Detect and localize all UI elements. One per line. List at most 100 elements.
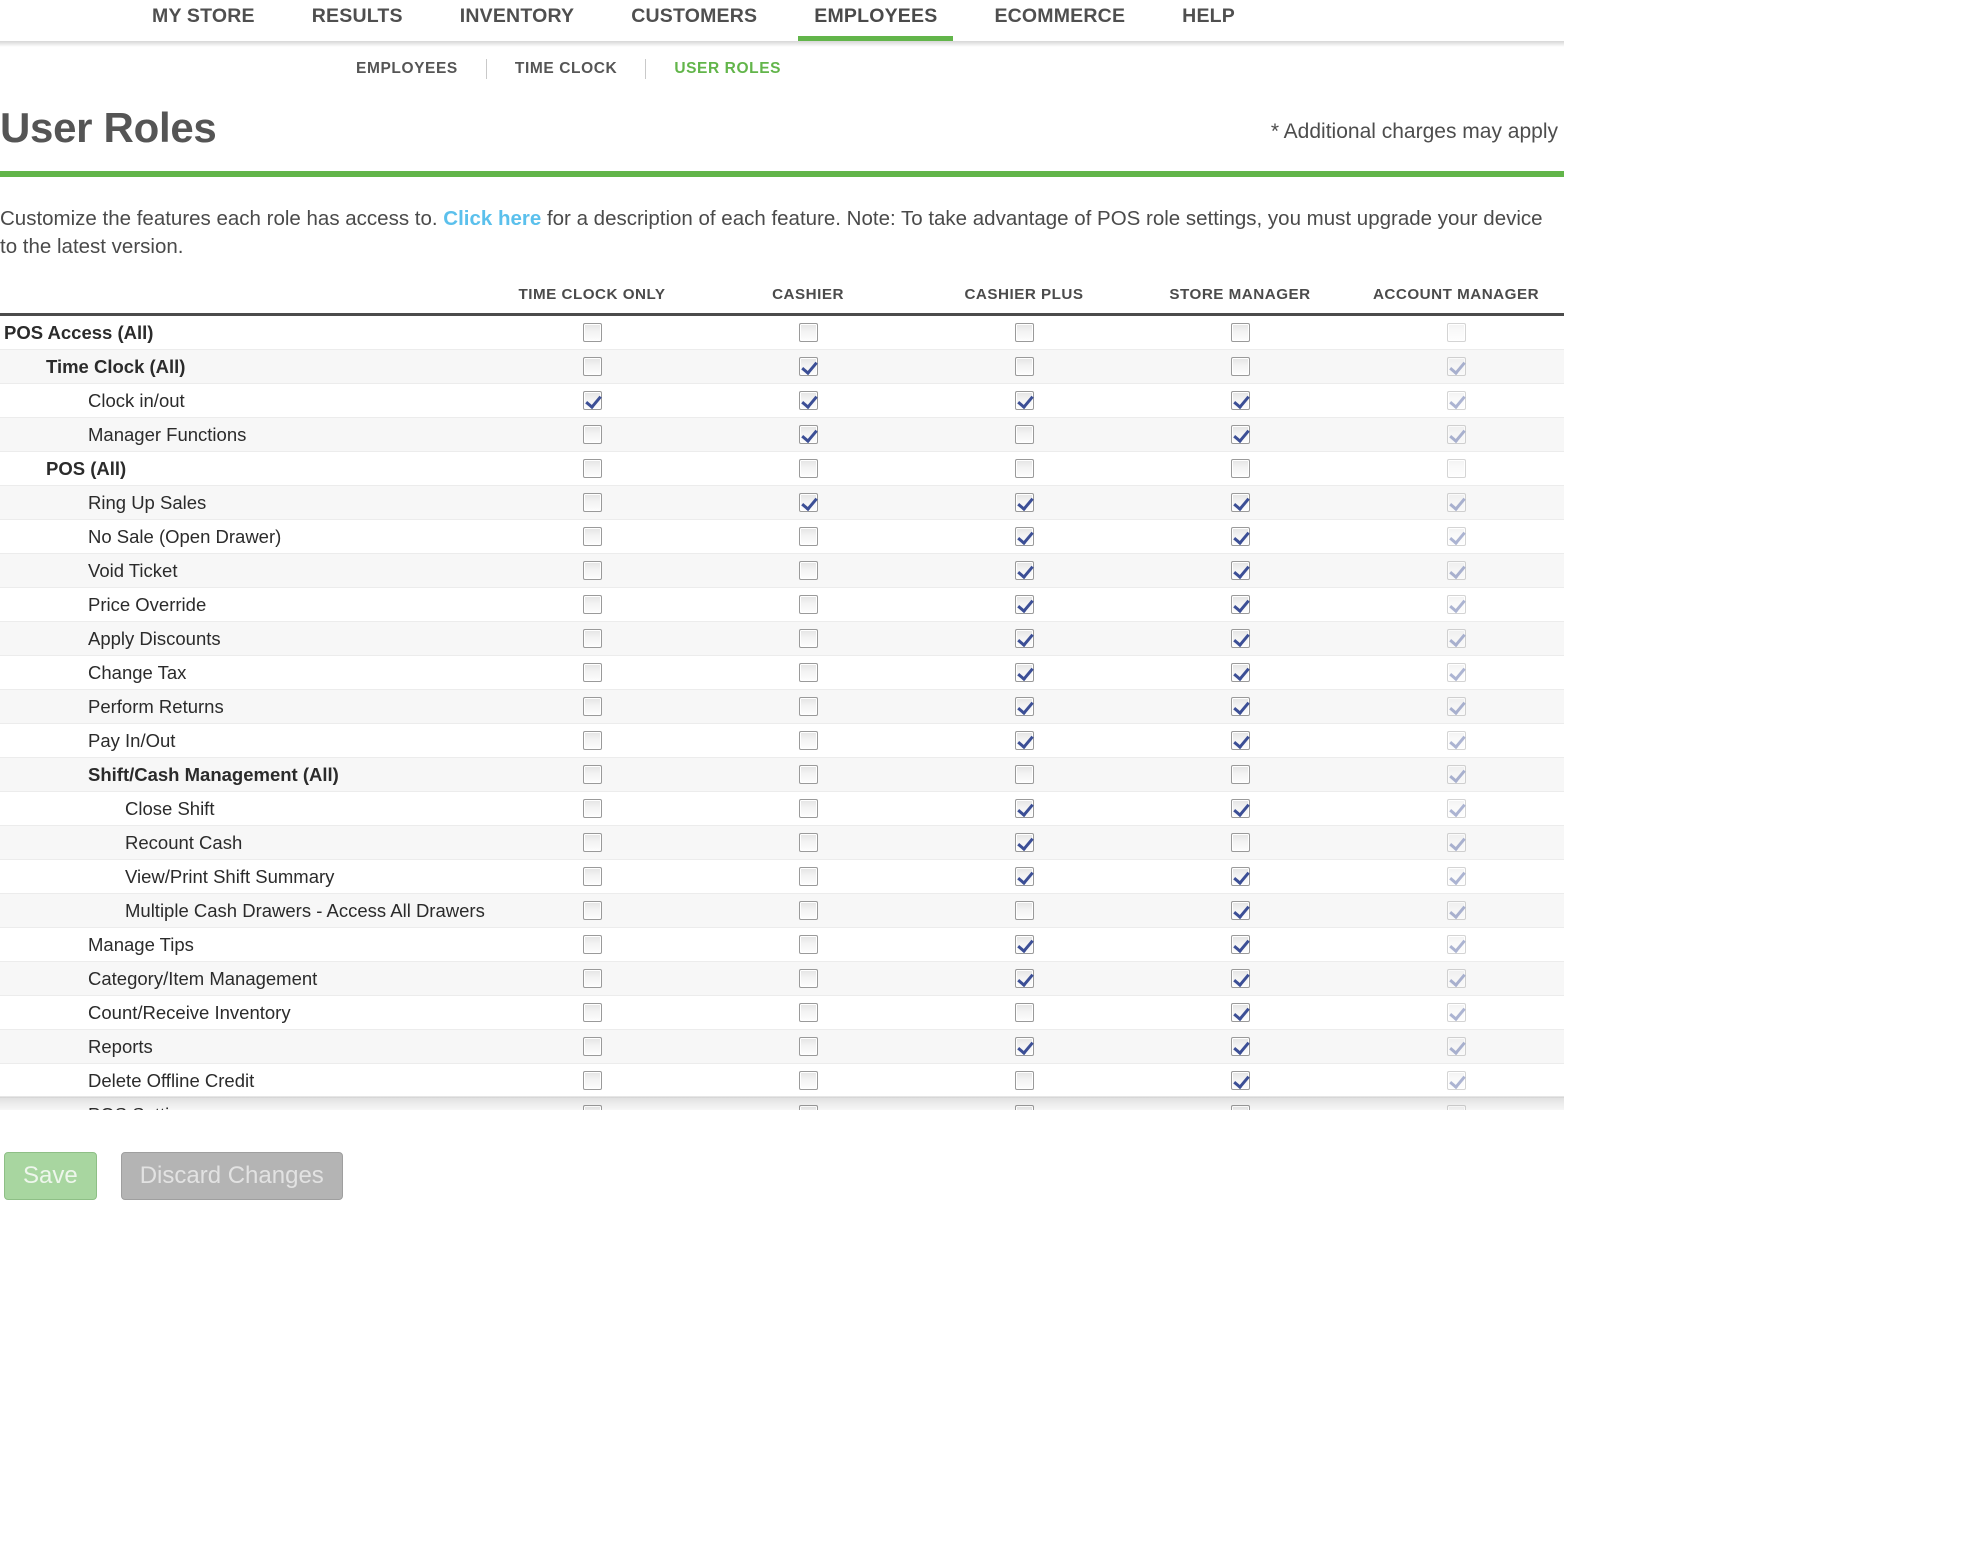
subnav-item-time-clock[interactable]: TIME CLOCK — [515, 60, 617, 78]
permission-checkbox[interactable] — [582, 561, 602, 581]
permission-checkbox[interactable] — [798, 323, 818, 343]
permission-checkbox[interactable] — [582, 799, 602, 819]
permission-checkbox[interactable] — [798, 1105, 818, 1111]
permission-checkbox[interactable] — [1014, 1037, 1034, 1057]
permission-checkbox[interactable] — [1230, 1003, 1250, 1023]
permission-checkbox[interactable] — [1014, 1105, 1034, 1111]
permission-checkbox[interactable] — [582, 323, 602, 343]
permission-checkbox[interactable] — [1014, 901, 1034, 921]
permission-checkbox[interactable] — [582, 697, 602, 717]
permission-checkbox[interactable] — [1230, 867, 1250, 887]
permission-checkbox[interactable] — [1230, 901, 1250, 921]
permission-checkbox[interactable] — [1230, 323, 1250, 343]
permission-checkbox[interactable] — [1014, 323, 1034, 343]
nav-item-inventory[interactable]: INVENTORY — [460, 0, 575, 41]
permission-checkbox[interactable] — [798, 357, 818, 377]
permission-checkbox[interactable] — [1014, 595, 1034, 615]
permission-checkbox[interactable] — [582, 1037, 602, 1057]
permission-checkbox[interactable] — [798, 833, 818, 853]
permission-checkbox[interactable] — [798, 493, 818, 513]
permission-checkbox[interactable] — [798, 1003, 818, 1023]
permission-checkbox[interactable] — [798, 901, 818, 921]
nav-item-results[interactable]: RESULTS — [312, 0, 403, 41]
permission-checkbox[interactable] — [1230, 391, 1250, 411]
permission-checkbox[interactable] — [582, 663, 602, 683]
permission-checkbox[interactable] — [1230, 1105, 1250, 1111]
permission-checkbox[interactable] — [1230, 935, 1250, 955]
permission-checkbox[interactable] — [582, 629, 602, 649]
permission-checkbox[interactable] — [1014, 629, 1034, 649]
permission-checkbox[interactable] — [1230, 697, 1250, 717]
nav-item-help[interactable]: HELP — [1182, 0, 1235, 41]
permission-checkbox[interactable] — [582, 867, 602, 887]
subnav-item-user-roles[interactable]: USER ROLES — [674, 60, 781, 78]
permission-checkbox[interactable] — [582, 833, 602, 853]
nav-item-employees[interactable]: EMPLOYEES — [798, 0, 954, 41]
permission-checkbox[interactable] — [1230, 629, 1250, 649]
permission-checkbox[interactable] — [1014, 731, 1034, 751]
permission-checkbox[interactable] — [798, 1071, 818, 1091]
permission-checkbox[interactable] — [798, 629, 818, 649]
permission-checkbox[interactable] — [1014, 493, 1034, 513]
permission-checkbox[interactable] — [1014, 867, 1034, 887]
permission-checkbox[interactable] — [1230, 969, 1250, 989]
permission-checkbox[interactable] — [1014, 765, 1034, 785]
permission-checkbox[interactable] — [798, 391, 818, 411]
permission-checkbox[interactable] — [1230, 731, 1250, 751]
nav-item-customers[interactable]: CUSTOMERS — [631, 0, 757, 41]
permission-checkbox[interactable] — [582, 731, 602, 751]
permission-checkbox[interactable] — [582, 493, 602, 513]
permission-checkbox[interactable] — [798, 935, 818, 955]
permission-checkbox[interactable] — [1014, 561, 1034, 581]
permission-checkbox[interactable] — [1230, 357, 1250, 377]
permission-checkbox[interactable] — [798, 697, 818, 717]
permission-checkbox[interactable] — [1014, 459, 1034, 479]
permission-checkbox[interactable] — [582, 765, 602, 785]
permission-checkbox[interactable] — [1230, 425, 1250, 445]
permission-checkbox[interactable] — [1230, 663, 1250, 683]
permission-checkbox[interactable] — [798, 799, 818, 819]
permission-checkbox[interactable] — [1014, 935, 1034, 955]
permission-checkbox[interactable] — [1014, 799, 1034, 819]
permission-checkbox[interactable] — [582, 595, 602, 615]
permission-checkbox[interactable] — [1230, 833, 1250, 853]
permission-checkbox[interactable] — [798, 663, 818, 683]
permission-checkbox[interactable] — [1014, 527, 1034, 547]
permission-checkbox[interactable] — [798, 561, 818, 581]
permission-checkbox[interactable] — [582, 527, 602, 547]
permission-checkbox[interactable] — [1230, 493, 1250, 513]
permission-checkbox[interactable] — [798, 595, 818, 615]
permission-checkbox[interactable] — [582, 1071, 602, 1091]
permission-checkbox[interactable] — [798, 527, 818, 547]
permission-checkbox[interactable] — [582, 1003, 602, 1023]
subnav-item-employees[interactable]: EMPLOYEES — [356, 60, 458, 78]
permission-checkbox[interactable] — [1230, 459, 1250, 479]
permission-checkbox[interactable] — [798, 867, 818, 887]
permission-checkbox[interactable] — [798, 969, 818, 989]
permission-checkbox[interactable] — [1014, 969, 1034, 989]
permission-checkbox[interactable] — [1230, 595, 1250, 615]
permission-checkbox[interactable] — [1014, 833, 1034, 853]
permission-checkbox[interactable] — [798, 731, 818, 751]
discard-changes-button[interactable]: Discard Changes — [120, 1152, 343, 1201]
permission-checkbox[interactable] — [1014, 425, 1034, 445]
permission-checkbox[interactable] — [1014, 357, 1034, 377]
permission-checkbox[interactable] — [582, 459, 602, 479]
permission-checkbox[interactable] — [1014, 1003, 1034, 1023]
permission-checkbox[interactable] — [582, 357, 602, 377]
permission-checkbox[interactable] — [798, 1037, 818, 1057]
permission-checkbox[interactable] — [798, 425, 818, 445]
feature-description-link[interactable]: Click here — [443, 207, 541, 230]
permission-checkbox[interactable] — [1230, 1071, 1250, 1091]
roles-table-scroll-area[interactable]: TIME CLOCK ONLY CASHIER CASHIER PLUS STORE … — [0, 280, 1564, 1111]
nav-item-ecommerce[interactable]: ECOMMERCE — [994, 0, 1125, 41]
permission-checkbox[interactable] — [1230, 561, 1250, 581]
save-button[interactable]: Save — [4, 1152, 97, 1201]
permission-checkbox[interactable] — [582, 1105, 602, 1111]
permission-checkbox[interactable] — [1230, 799, 1250, 819]
permission-checkbox[interactable] — [1230, 527, 1250, 547]
permission-checkbox[interactable] — [582, 425, 602, 445]
permission-checkbox[interactable] — [1014, 663, 1034, 683]
permission-checkbox[interactable] — [582, 391, 602, 411]
permission-checkbox[interactable] — [798, 765, 818, 785]
